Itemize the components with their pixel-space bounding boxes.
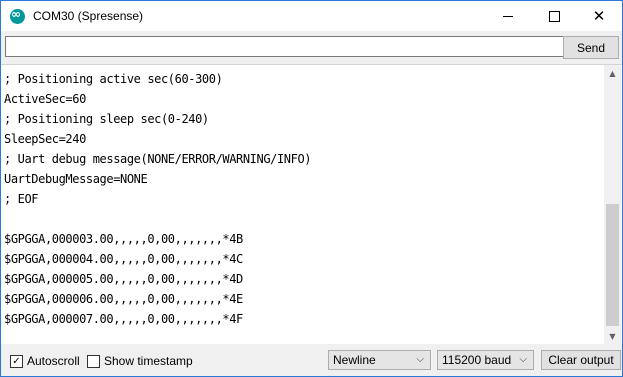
scroll-down-arrow-icon[interactable]: ▼ [604, 328, 621, 345]
vertical-scrollbar[interactable]: ▲ ▼ [604, 65, 621, 345]
clear-output-button[interactable]: Clear output [541, 350, 621, 370]
output-lines: ; Positioning active sec(60-300) ActiveSe… [4, 69, 602, 329]
close-button[interactable]: ✕ [576, 1, 622, 31]
chevron-down-icon: ⌵ [519, 354, 527, 365]
minimize-button[interactable] [485, 1, 531, 31]
maximize-button[interactable] [531, 1, 577, 31]
scroll-up-arrow-icon[interactable]: ▲ [604, 65, 621, 82]
output-line: ; EOF [4, 192, 39, 206]
baud-rate-select[interactable]: 115200 baud ⌵ [437, 350, 534, 370]
chevron-down-icon: ⌵ [416, 354, 424, 365]
output-line: $GPGGA,000004.00,,,,,0,00,,,,,,,*4C [4, 252, 243, 266]
close-icon: ✕ [592, 6, 606, 25]
output-line: ; Uart debug message(NONE/ERROR/WARNING/… [4, 152, 312, 166]
send-input[interactable] [5, 36, 564, 57]
output-line: $GPGGA,000005.00,,,,,0,00,,,,,,,*4D [4, 272, 243, 286]
window-title: COM30 (Spresense) [33, 9, 144, 23]
baud-rate-value: 115200 baud [442, 353, 512, 367]
footer-bar: ✓ Autoscroll Show timestamp Newline ⌵ 11… [1, 344, 622, 376]
serial-monitor-window: COM30 (Spresense) ✕ Send ; Positioning a… [0, 0, 623, 377]
maximize-icon [548, 10, 560, 22]
minimize-icon [503, 15, 513, 17]
output-line: ActiveSec=60 [4, 92, 86, 106]
output-line: ; Positioning sleep sec(0-240) [4, 112, 209, 126]
line-ending-select[interactable]: Newline ⌵ [328, 350, 431, 370]
output-line: ; Positioning active sec(60-300) [4, 72, 223, 86]
output-line: $GPGGA,000007.00,,,,,0,00,,,,,,,*4F [4, 312, 243, 326]
serial-output[interactable]: ; Positioning active sec(60-300) ActiveSe… [1, 64, 622, 345]
timestamp-checkbox[interactable] [87, 355, 100, 368]
output-line: $GPGGA,000003.00,,,,,0,00,,,,,,,*4B [4, 232, 243, 246]
autoscroll-label: Autoscroll [27, 354, 80, 368]
line-ending-value: Newline [333, 353, 376, 367]
output-line: UartDebugMessage=NONE [4, 172, 148, 186]
title-bar: COM30 (Spresense) ✕ [1, 1, 622, 31]
scroll-thumb[interactable] [606, 204, 619, 326]
send-button[interactable]: Send [563, 36, 619, 59]
autoscroll-checkbox[interactable]: ✓ [10, 355, 23, 368]
output-line: $GPGGA,000006.00,,,,,0,00,,,,,,,*4E [4, 292, 243, 306]
send-row: Send [1, 31, 622, 63]
arduino-icon [10, 7, 25, 24]
output-line: SleepSec=240 [4, 132, 86, 146]
timestamp-label: Show timestamp [104, 354, 193, 368]
